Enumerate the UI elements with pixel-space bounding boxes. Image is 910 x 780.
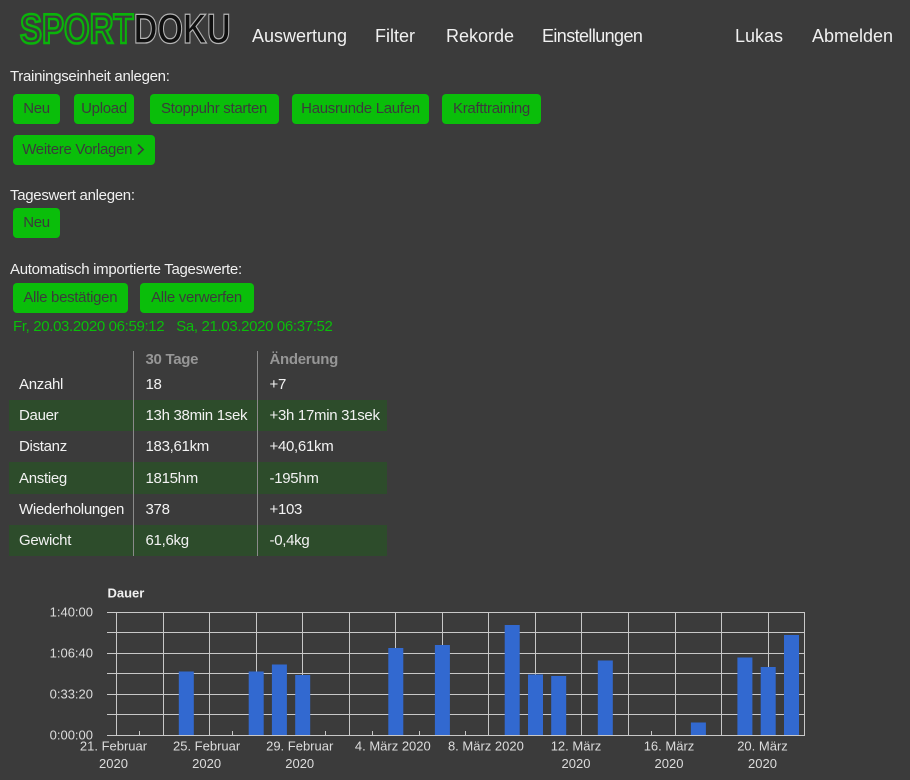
svg-text:1:06:40: 1:06:40 xyxy=(50,646,93,661)
svg-text:25. Februar: 25. Februar xyxy=(173,739,241,754)
svg-text:16. März: 16. März xyxy=(644,739,695,754)
svg-text:2020: 2020 xyxy=(192,756,221,771)
svg-text:4. März 2020: 4. März 2020 xyxy=(355,739,431,754)
svg-text:20. März: 20. März xyxy=(737,739,788,754)
svg-text:Dauer: Dauer xyxy=(108,586,145,601)
svg-text:0:33:20: 0:33:20 xyxy=(50,687,93,702)
svg-text:1:40:00: 1:40:00 xyxy=(50,605,93,620)
svg-text:2020: 2020 xyxy=(562,756,591,771)
svg-text:2020: 2020 xyxy=(285,756,314,771)
svg-text:8. März 2020: 8. März 2020 xyxy=(448,739,524,754)
svg-text:2020: 2020 xyxy=(99,756,128,771)
svg-text:21. Februar: 21. Februar xyxy=(80,739,148,754)
svg-text:2020: 2020 xyxy=(655,756,684,771)
svg-text:2020: 2020 xyxy=(748,756,777,771)
svg-text:29. Februar: 29. Februar xyxy=(266,739,334,754)
svg-text:12. März: 12. März xyxy=(551,739,602,754)
